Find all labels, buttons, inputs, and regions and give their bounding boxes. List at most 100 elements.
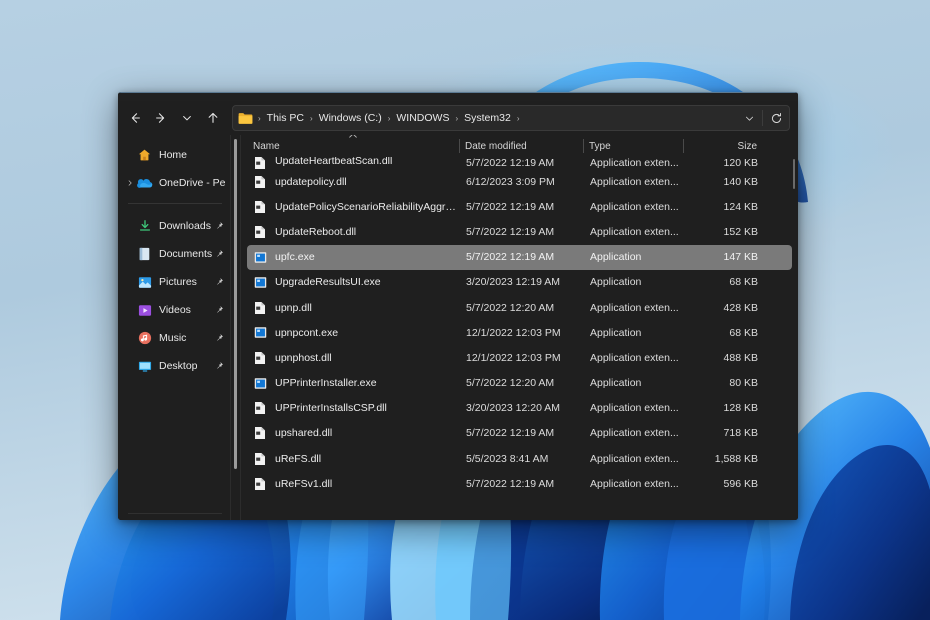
table-row[interactable]: uReFSv1.dll 5/7/2022 12:19 AM Applicatio… bbox=[247, 471, 792, 496]
breadcrumb-separator: › bbox=[258, 113, 261, 123]
table-row[interactable]: uReFS.dll 5/5/2023 8:41 AM Application e… bbox=[247, 446, 792, 471]
breadcrumb-separator: › bbox=[310, 113, 313, 123]
scrollbar-thumb[interactable] bbox=[793, 159, 795, 189]
address-bar[interactable]: › This PC › Windows (C:) › WINDOWS › Sys… bbox=[232, 105, 790, 131]
pin-icon[interactable] bbox=[212, 361, 226, 371]
file-explorer-window: › This PC › Windows (C:) › WINDOWS › Sys… bbox=[118, 92, 798, 520]
navigation-pane-scrollbar[interactable] bbox=[230, 135, 240, 520]
breadcrumb-item-windows[interactable]: WINDOWS bbox=[393, 110, 452, 126]
table-row[interactable]: upshared.dll 5/7/2022 12:19 AM Applicati… bbox=[247, 421, 792, 446]
file-name-cell: UpdateReboot.dll bbox=[248, 224, 460, 240]
file-date: 5/7/2022 12:20 AM bbox=[466, 301, 555, 314]
desktop: › This PC › Windows (C:) › WINDOWS › Sys… bbox=[0, 0, 930, 620]
column-header-name[interactable]: Name bbox=[247, 135, 459, 156]
table-row[interactable]: upnphost.dll 12/1/2022 12:03 PM Applicat… bbox=[247, 345, 792, 370]
breadcrumb-item-this-pc[interactable]: This PC bbox=[264, 110, 307, 126]
file-name: upshared.dll bbox=[275, 427, 333, 440]
home-icon bbox=[136, 147, 153, 163]
file-date: 5/7/2022 12:19 AM bbox=[466, 157, 555, 169]
exe-file-icon bbox=[253, 375, 267, 391]
file-date: 3/20/2023 12:20 AM bbox=[466, 402, 560, 415]
file-name-cell: uReFSv1.dll bbox=[248, 476, 460, 492]
sidebar-item-pictures[interactable]: Pictures bbox=[120, 269, 228, 295]
file-date: 12/1/2022 12:03 PM bbox=[466, 351, 561, 364]
pin-icon[interactable] bbox=[212, 305, 226, 315]
file-list[interactable]: UpdateHeartbeatScan.dll 5/7/2022 12:19 A… bbox=[241, 157, 798, 520]
chevron-right-icon[interactable] bbox=[124, 179, 136, 187]
file-name: upfc.exe bbox=[275, 251, 315, 264]
scrollbar-thumb[interactable] bbox=[234, 139, 237, 469]
file-date: 5/7/2022 12:19 AM bbox=[466, 477, 555, 490]
table-row-selected[interactable]: upfc.exe 5/7/2022 12:19 AM Application 1… bbox=[247, 244, 792, 270]
chevron-down-icon bbox=[745, 116, 753, 121]
breadcrumb-item-system32[interactable]: System32 bbox=[461, 110, 514, 126]
file-size: 596 KB bbox=[723, 477, 758, 490]
sidebar-item-onedrive[interactable]: OneDrive - Pers bbox=[120, 170, 228, 196]
table-row[interactable]: UpgradeResultsUI.exe 3/20/2023 12:19 AM … bbox=[247, 270, 792, 295]
arrow-right-icon bbox=[156, 113, 165, 123]
desktop-icon bbox=[136, 358, 153, 374]
table-row[interactable]: updatepolicy.dll 6/12/2023 3:09 PM Appli… bbox=[247, 169, 792, 194]
sidebar-item-desktop[interactable]: Desktop bbox=[120, 353, 228, 379]
up-button[interactable] bbox=[200, 105, 226, 131]
column-header-type[interactable]: Type bbox=[583, 136, 683, 156]
file-size: 80 KB bbox=[729, 377, 758, 390]
pin-icon[interactable] bbox=[212, 221, 226, 231]
address-divider bbox=[762, 110, 763, 126]
table-row[interactable]: UpdateHeartbeatScan.dll 5/7/2022 12:19 A… bbox=[247, 157, 792, 169]
breadcrumb-separator: › bbox=[387, 113, 391, 123]
refresh-button[interactable] bbox=[765, 107, 787, 129]
table-row[interactable]: UpdatePolicyScenarioReliabilityAggregat.… bbox=[247, 194, 792, 219]
dll-file-icon bbox=[253, 350, 267, 366]
table-row[interactable]: UPPrinterInstaller.exe 5/7/2022 12:20 AM… bbox=[247, 371, 792, 396]
breadcrumb-item-windows-c[interactable]: Windows (C:) bbox=[316, 110, 385, 126]
file-list-pane: Name Date modified Type Size UpdateHeart… bbox=[240, 135, 798, 520]
file-name: uReFSv1.dll bbox=[275, 477, 333, 490]
column-header-date-modified[interactable]: Date modified bbox=[459, 136, 583, 156]
downloads-icon bbox=[136, 218, 153, 234]
table-row[interactable]: upnp.dll 5/7/2022 12:20 AM Application e… bbox=[247, 295, 792, 320]
file-name-cell: uReFS.dll bbox=[248, 451, 460, 467]
file-name-cell: upnpcont.exe bbox=[248, 325, 460, 341]
column-header-size[interactable]: Size bbox=[683, 136, 761, 156]
file-type: Application exten... bbox=[590, 477, 679, 490]
file-list-scrollbar[interactable] bbox=[790, 157, 798, 520]
pin-icon[interactable] bbox=[212, 277, 226, 287]
file-size: 120 KB bbox=[723, 157, 758, 169]
back-button[interactable] bbox=[122, 105, 148, 131]
file-size: 718 KB bbox=[723, 427, 758, 440]
file-name-cell: upnphost.dll bbox=[248, 350, 460, 366]
file-size: 68 KB bbox=[729, 326, 758, 339]
file-date: 5/7/2022 12:19 AM bbox=[466, 225, 555, 238]
file-name: UpdatePolicyScenarioReliabilityAggregat.… bbox=[275, 200, 460, 213]
file-name: upnpcont.exe bbox=[275, 326, 339, 339]
file-type: Application bbox=[590, 251, 642, 264]
sidebar-item-documents[interactable]: Documents bbox=[120, 241, 228, 267]
file-date: 5/7/2022 12:19 AM bbox=[466, 200, 555, 213]
table-row[interactable]: UpdateReboot.dll 5/7/2022 12:19 AM Appli… bbox=[247, 219, 792, 244]
dll-file-icon bbox=[253, 224, 267, 240]
file-date: 5/7/2022 12:20 AM bbox=[466, 377, 555, 390]
sidebar-item-videos[interactable]: Videos bbox=[120, 297, 228, 323]
file-name-cell: UpgradeResultsUI.exe bbox=[248, 274, 460, 290]
previous-locations-button[interactable] bbox=[738, 107, 760, 129]
recent-locations-button[interactable] bbox=[174, 105, 200, 131]
column-header-label: Date modified bbox=[465, 140, 527, 152]
sidebar-item-home[interactable]: Home bbox=[120, 142, 228, 168]
file-name-cell: UPPrinterInstallsCSP.dll bbox=[248, 400, 460, 416]
dll-file-icon bbox=[253, 400, 267, 416]
file-type: Application exten... bbox=[590, 175, 679, 188]
file-type: Application exten... bbox=[590, 452, 679, 465]
pin-icon[interactable] bbox=[212, 333, 226, 343]
sidebar-item-downloads[interactable]: Downloads bbox=[120, 213, 228, 239]
file-name-cell: UpdatePolicyScenarioReliabilityAggregat.… bbox=[248, 199, 460, 215]
file-size: 1,588 KB bbox=[714, 452, 758, 465]
pin-icon[interactable] bbox=[212, 249, 226, 259]
sidebar-item-music[interactable]: Music bbox=[120, 325, 228, 351]
forward-button[interactable] bbox=[148, 105, 174, 131]
table-row[interactable]: upnpcont.exe 12/1/2022 12:03 PM Applicat… bbox=[247, 320, 792, 345]
table-row[interactable]: UPPrinterInstallsCSP.dll 3/20/2023 12:20… bbox=[247, 396, 792, 421]
sidebar-bottom-divider bbox=[128, 513, 222, 514]
address-bar-actions bbox=[738, 107, 787, 129]
file-type: Application exten... bbox=[590, 200, 679, 213]
